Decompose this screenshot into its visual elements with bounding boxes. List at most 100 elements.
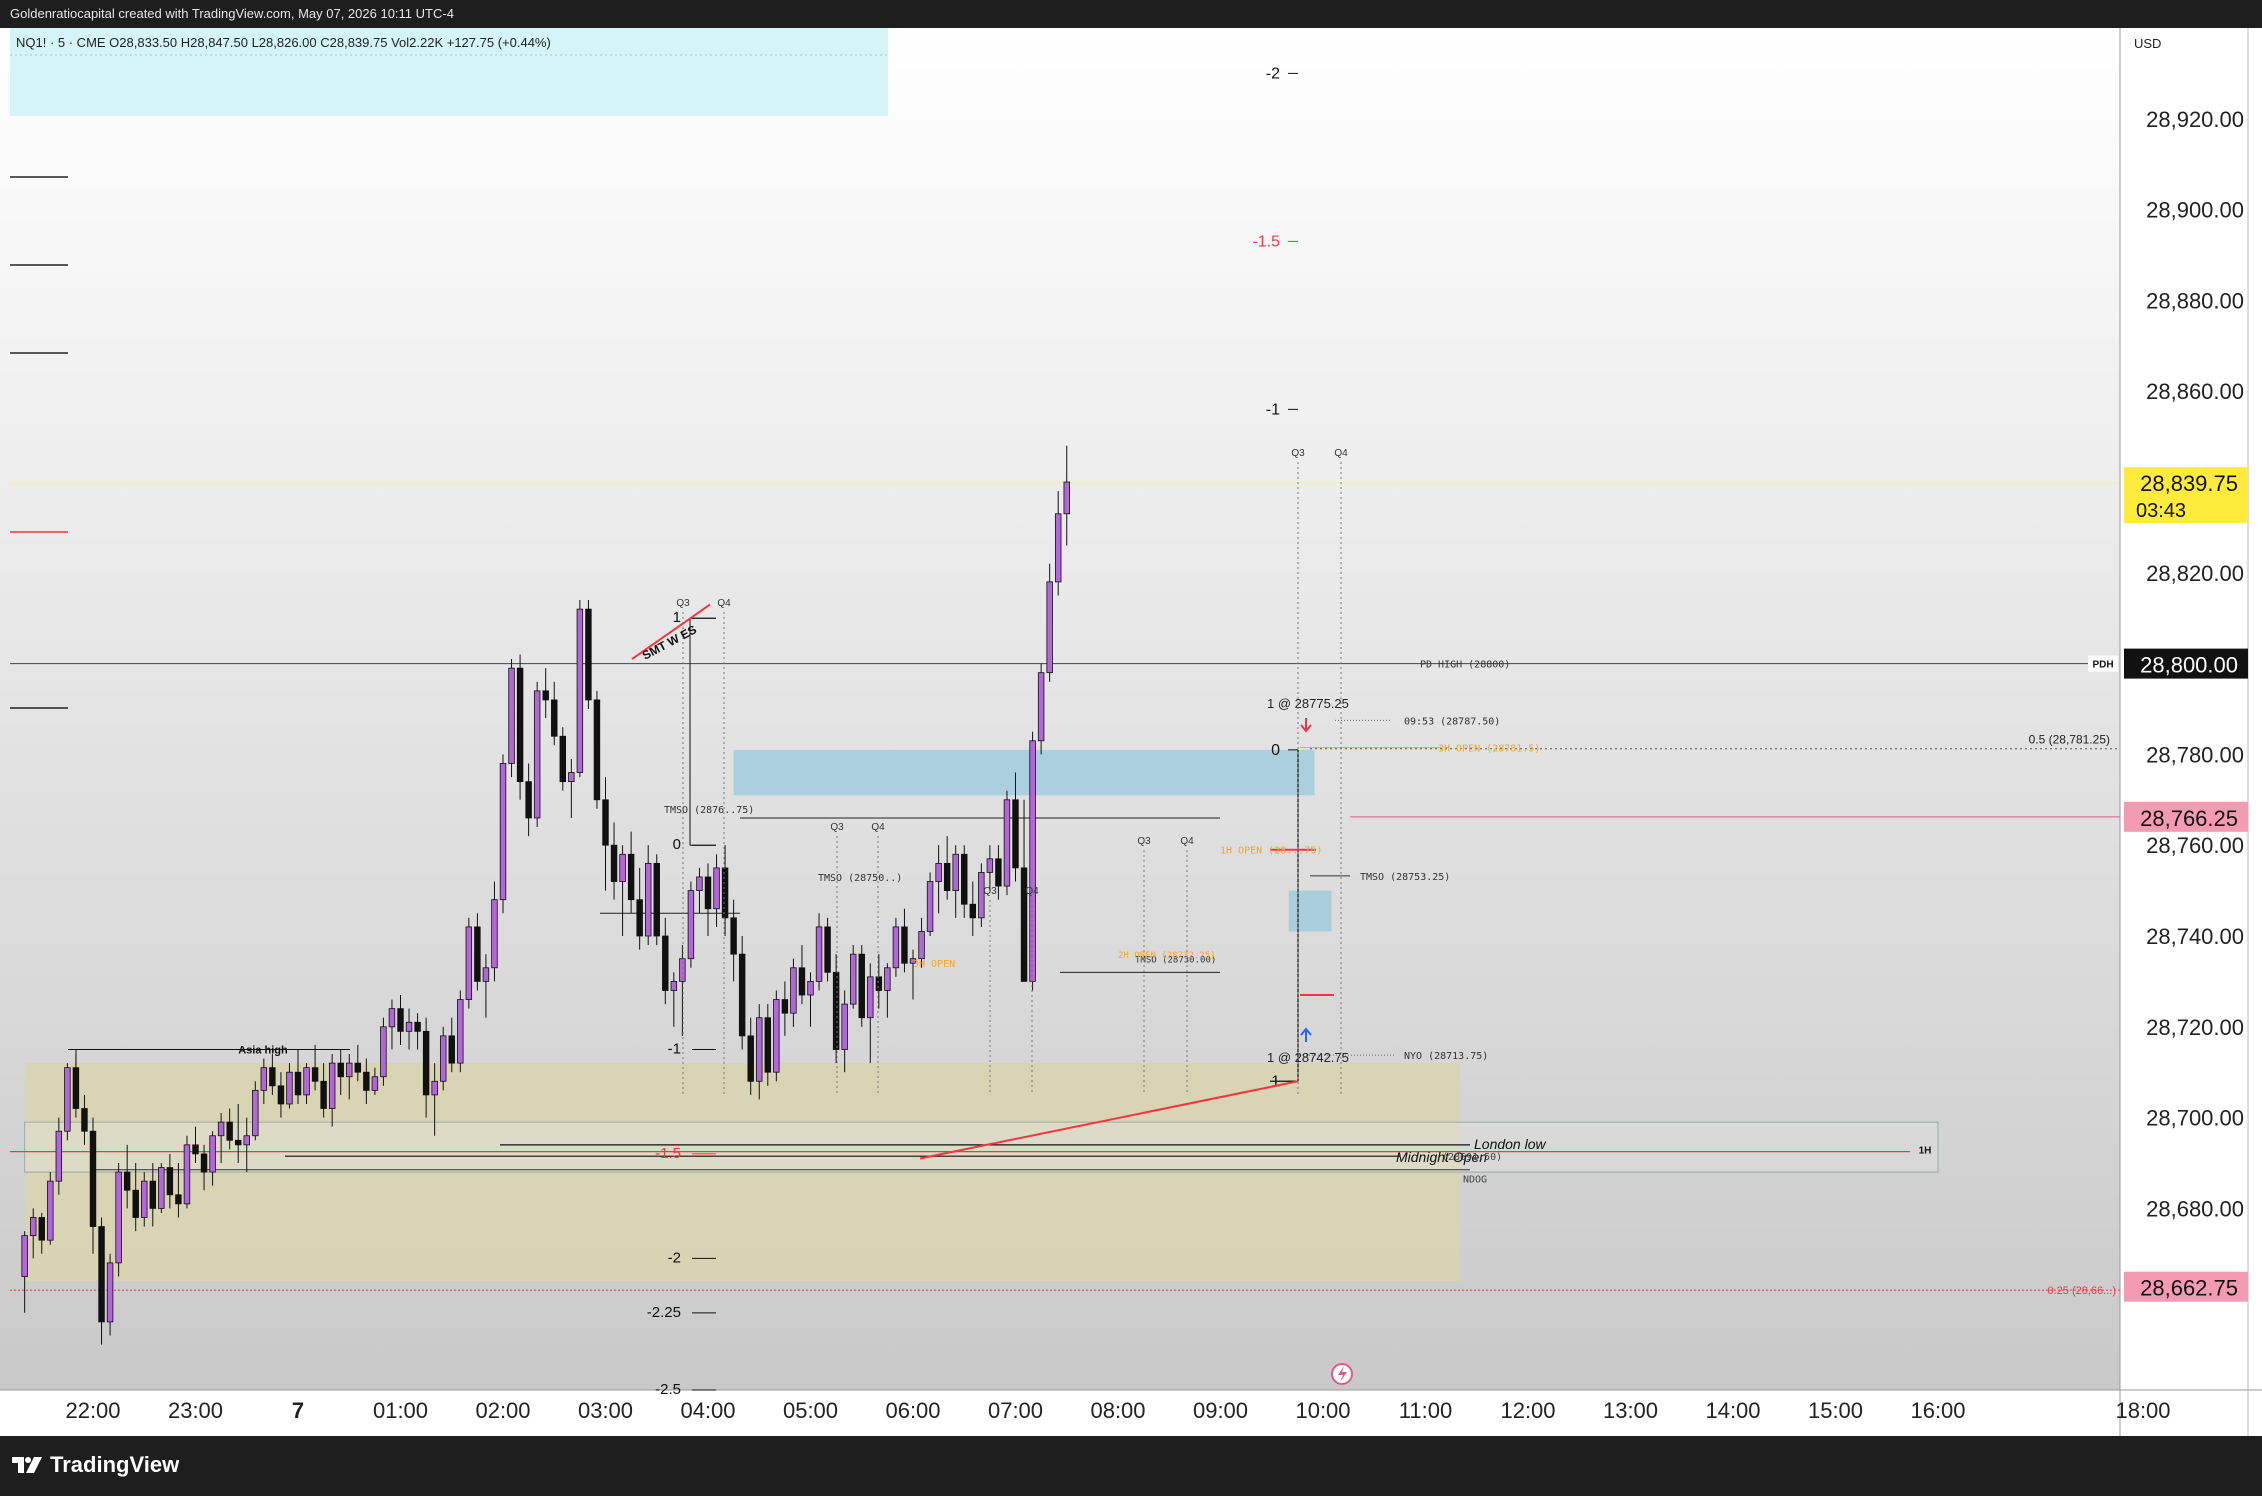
- fib-right-label: -1: [1266, 401, 1280, 418]
- candle-body: [738, 953, 746, 1037]
- candle-body: [952, 853, 959, 892]
- candle-body: [491, 899, 498, 969]
- x-tick-label: 16:00: [1910, 1398, 1965, 1423]
- trade-entry-top: 1 @ 28775.25: [1267, 696, 1349, 711]
- footer-bar: TradingView: [0, 1436, 2262, 1496]
- candle-body: [149, 1180, 157, 1209]
- candle-body: [448, 1035, 455, 1064]
- candle[interactable]: [380, 1017, 387, 1086]
- candle[interactable]: [858, 945, 865, 1027]
- candle-body: [747, 1035, 754, 1082]
- h3-open-label-2: 3H OPEN: [913, 959, 955, 970]
- tmso-label: TMSO (28753.25): [1360, 872, 1450, 883]
- candle[interactable]: [926, 872, 934, 936]
- candle[interactable]: [64, 1063, 71, 1141]
- candle-body: [935, 862, 942, 882]
- tradingview-logo[interactable]: TradingView: [12, 1452, 179, 1478]
- price-label: 28,800.00: [2140, 653, 2238, 678]
- x-tick-label: 06:00: [885, 1398, 940, 1423]
- fib-left-label: 0: [673, 836, 681, 853]
- fvg-zone-2: [1288, 890, 1332, 932]
- candle-body: [158, 1167, 165, 1209]
- candle-body: [653, 862, 660, 937]
- candle-body: [619, 853, 626, 882]
- candle[interactable]: [439, 1026, 447, 1091]
- tradingview-logo-icon: [12, 1457, 42, 1473]
- candle[interactable]: [457, 990, 464, 1073]
- candle-body: [644, 862, 652, 937]
- candle-body: [405, 1021, 413, 1032]
- candle[interactable]: [252, 1081, 259, 1141]
- candle-body: [943, 862, 951, 891]
- x-tick-label: 18:00: [2115, 1398, 2170, 1423]
- 0953-label: 09:53 (28787.50): [1404, 716, 1500, 727]
- candle[interactable]: [465, 917, 473, 1009]
- x-tick-label: 12:00: [1500, 1398, 1555, 1423]
- candle-body: [234, 1139, 242, 1146]
- price-chart[interactable]: NQ1! · 5 · CME O28,833.50 H28,847.50 L28…: [0, 28, 2262, 1436]
- replay-bolt-icon[interactable]: [1331, 1363, 1353, 1385]
- candle-body: [499, 763, 507, 901]
- candle[interactable]: [849, 945, 857, 1009]
- candle[interactable]: [892, 917, 900, 977]
- candle[interactable]: [585, 600, 592, 709]
- candle-body: [892, 926, 900, 969]
- nyo-label: NYO (28713.75): [1404, 1051, 1488, 1062]
- candle-body: [328, 1062, 336, 1109]
- candle[interactable]: [593, 690, 601, 809]
- trade-entry-bottom: 1 @ 28742.75: [1267, 1050, 1349, 1065]
- fib-0.5-label: 0.5 (28,781.25): [2029, 733, 2110, 747]
- candle-body: [55, 1130, 63, 1182]
- candle-body: [687, 890, 695, 960]
- candle-body: [926, 881, 934, 932]
- candle-body: [303, 1067, 310, 1096]
- candle-body: [721, 867, 729, 919]
- y-tick-label: 28,880.00: [2146, 288, 2244, 313]
- candle-body: [713, 867, 720, 910]
- candle-body: [593, 699, 601, 801]
- y-tick-label: 28,740.00: [2146, 924, 2244, 949]
- candle-body: [756, 1017, 763, 1082]
- fib-left-label: -2: [668, 1249, 681, 1266]
- fib-left-label: -1: [668, 1041, 681, 1058]
- candle[interactable]: [653, 854, 660, 946]
- candle[interactable]: [516, 654, 524, 800]
- candle[interactable]: [576, 600, 584, 778]
- candle[interactable]: [773, 990, 780, 1082]
- x-tick-label: 15:00: [1808, 1398, 1863, 1423]
- y-tick-label: 28,680.00: [2146, 1196, 2244, 1221]
- candle[interactable]: [183, 1135, 191, 1209]
- candle-body: [764, 1017, 772, 1073]
- candle[interactable]: [533, 681, 541, 828]
- price-label: 28,766.25: [2140, 806, 2238, 831]
- candle-body: [320, 1080, 327, 1109]
- chart-caption-bar: Goldenratiocapital created with TradingV…: [0, 0, 2262, 28]
- candle[interactable]: [687, 881, 695, 968]
- candle-body: [166, 1167, 174, 1196]
- y-tick-label: 28,700.00: [2146, 1106, 2244, 1131]
- candle-body: [115, 1171, 122, 1264]
- candle-body: [175, 1194, 182, 1205]
- candle[interactable]: [1037, 663, 1045, 755]
- candle[interactable]: [1003, 790, 1011, 896]
- candle-body: [551, 699, 558, 737]
- x-tick-label: 01:00: [373, 1398, 428, 1423]
- candle[interactable]: [559, 727, 567, 791]
- candle[interactable]: [1029, 731, 1036, 991]
- y-tick-label: 28,820.00: [2146, 561, 2244, 586]
- quarter-label: Q4: [1025, 886, 1039, 897]
- h1-open-label: 1H OPEN (28...75): [1220, 846, 1322, 857]
- tmso-label-2: TMSO (28750..): [818, 873, 902, 884]
- candle[interactable]: [47, 1172, 54, 1245]
- candle-body: [217, 1121, 225, 1137]
- candle[interactable]: [158, 1163, 165, 1213]
- candle-body: [346, 1062, 353, 1078]
- x-tick-label: 11:00: [1399, 1398, 1452, 1423]
- fib-right-label: -2: [1266, 65, 1280, 82]
- candle[interactable]: [115, 1163, 122, 1277]
- candle[interactable]: [508, 659, 515, 778]
- candle[interactable]: [824, 917, 831, 982]
- candle[interactable]: [499, 754, 507, 914]
- candle-body: [64, 1067, 71, 1132]
- candle-body: [81, 1108, 88, 1132]
